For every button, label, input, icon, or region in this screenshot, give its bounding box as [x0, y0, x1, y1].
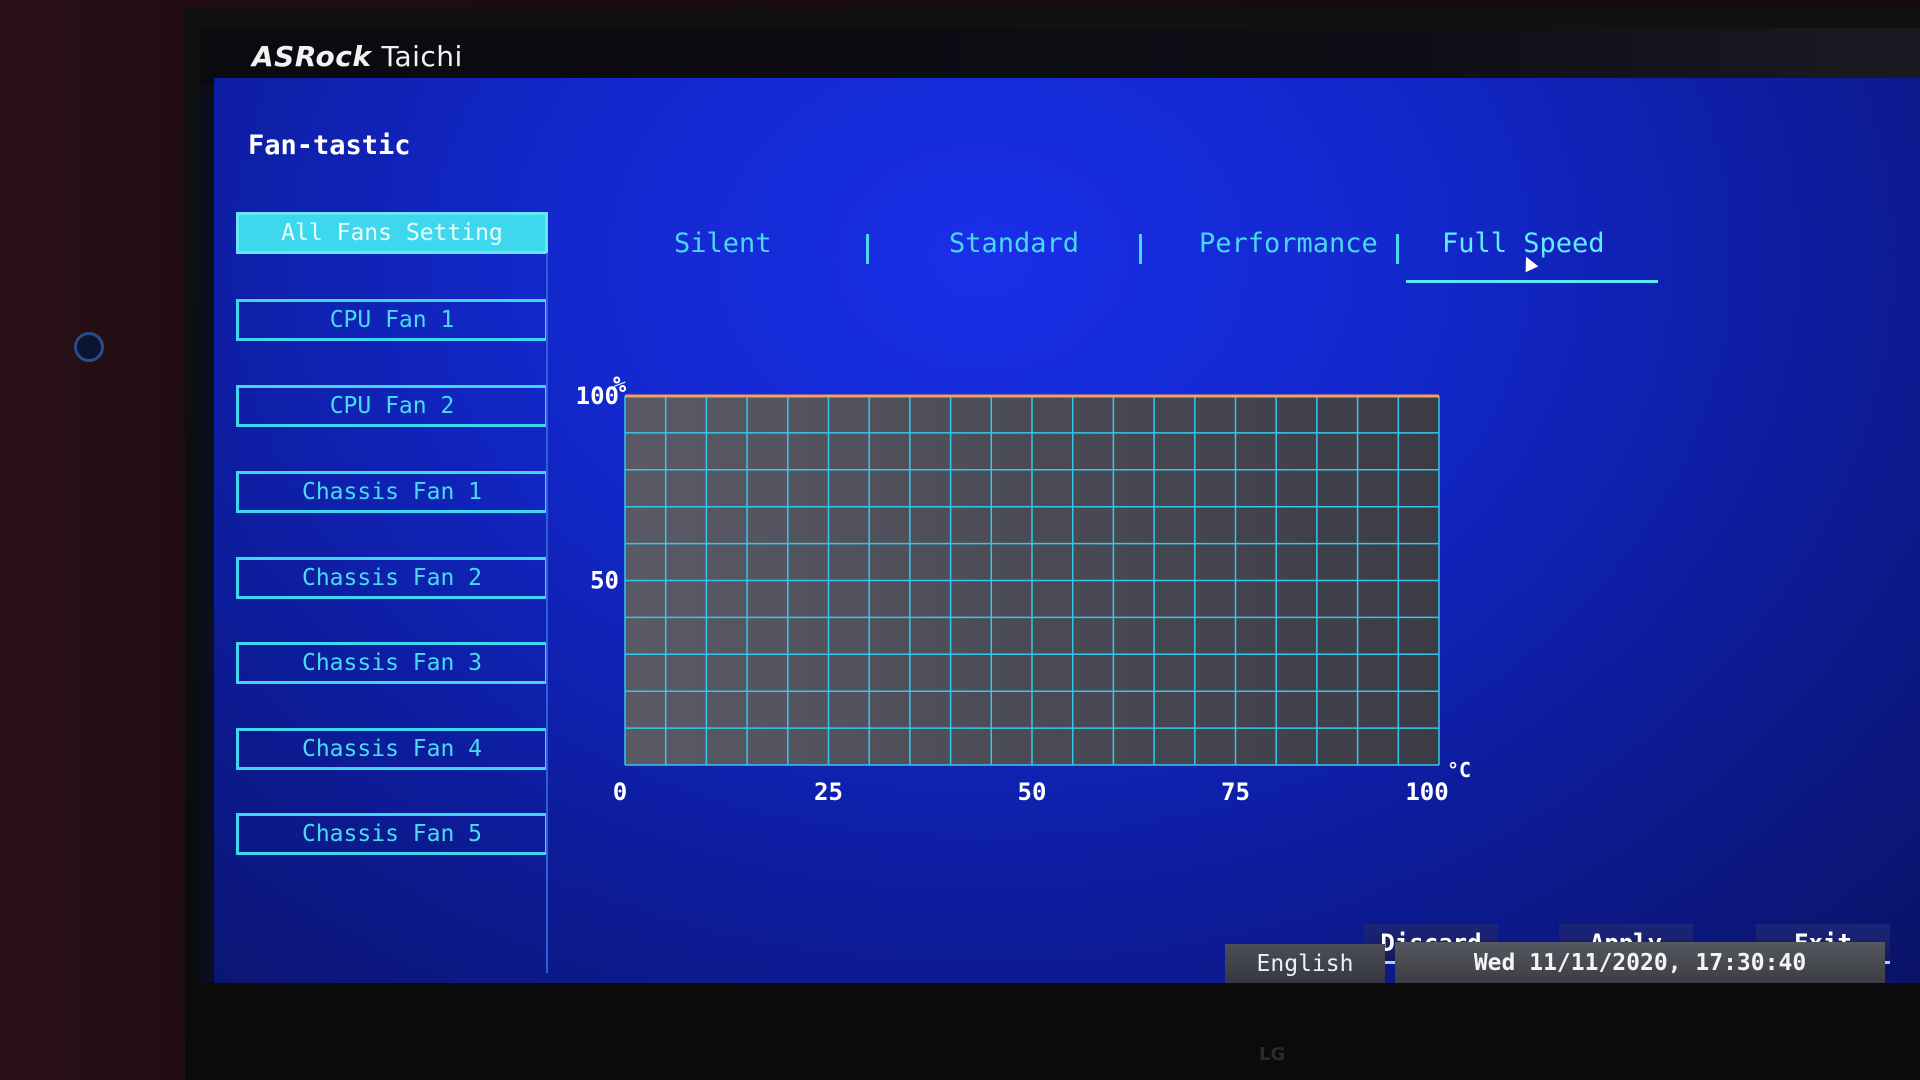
- x-tick-label: 25: [814, 778, 843, 806]
- x-axis-unit-label: °C: [1447, 758, 1471, 782]
- x-tick-label: 75: [1221, 778, 1250, 806]
- y-tick-label: 50: [590, 567, 619, 595]
- y-axis-unit-label: %: [613, 373, 627, 398]
- brand-logo: ASRock Taichi: [252, 40, 463, 76]
- x-tick-label: 0: [613, 778, 627, 806]
- brand-name: ASRock: [252, 40, 372, 73]
- brand-model: Taichi: [381, 40, 463, 73]
- x-tick-label: 100: [1405, 778, 1448, 806]
- fan-curve-chart: 100500 25 50 75 100%°C: [576, 373, 1471, 806]
- side-indicator-light: [74, 332, 104, 362]
- monitor-logo: LG: [1259, 1044, 1286, 1065]
- title-bar: ASRock Taichi: [200, 28, 1920, 84]
- language-selector[interactable]: English: [1225, 944, 1385, 983]
- bios-screen: ASRock Taichi Fan-tastic All Fans Setting…: [200, 28, 1920, 983]
- datetime-display: Wed 11/11/2020, 17:30:40: [1395, 942, 1885, 983]
- x-tick-label: 50: [1018, 778, 1047, 806]
- main-panel: Fan-tastic All Fans Setting CPU Fan 1 CPU …: [214, 78, 1920, 983]
